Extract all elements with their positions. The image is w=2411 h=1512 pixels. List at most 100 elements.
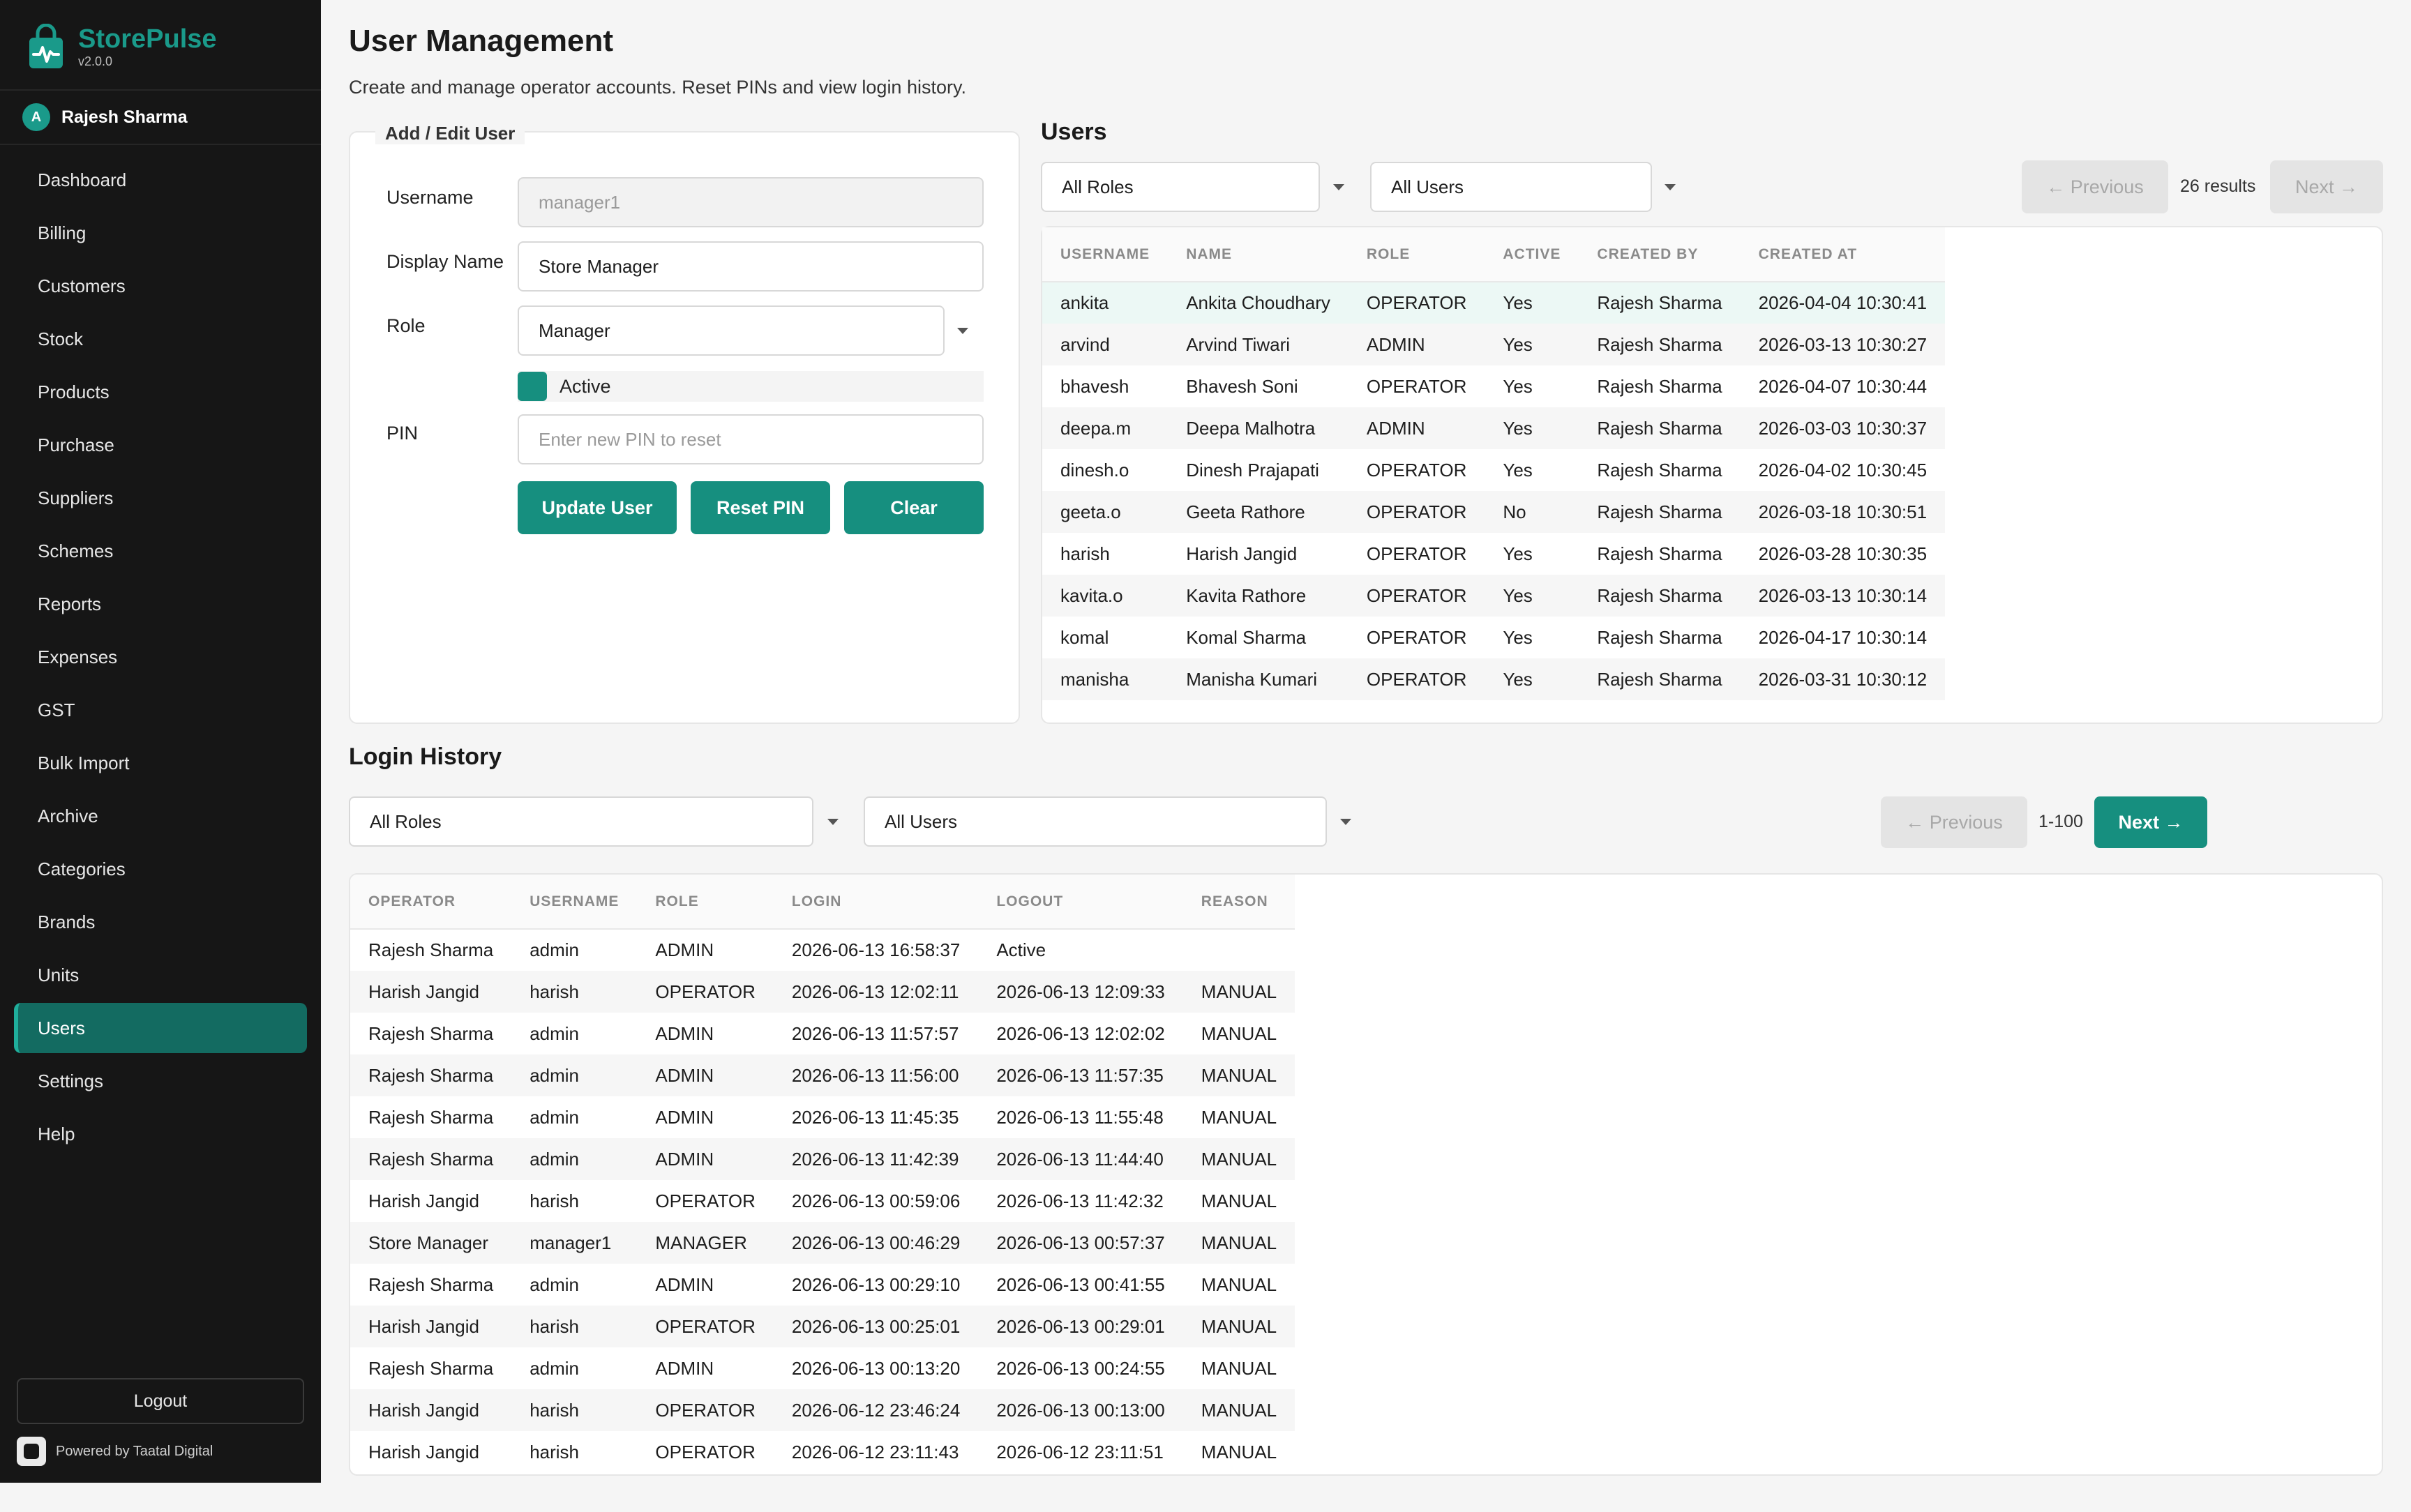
login-history-row[interactable]: Harish Jangid harish OPERATOR 2026-06-13 00… [350, 1306, 1295, 1347]
clear-button[interactable]: Clear [844, 481, 984, 534]
sidebar-item-customers[interactable]: Customers [14, 261, 307, 311]
users-table-row[interactable]: komal Komal Sharma OPERATOR Yes Rajesh Sharm… [1042, 617, 1945, 658]
chevron-down-icon[interactable] [827, 819, 839, 825]
chevron-down-icon[interactable] [1340, 819, 1351, 825]
login-history-cell: MANUAL [1201, 1022, 1277, 1044]
reset-pin-button[interactable]: Reset PIN [691, 481, 830, 534]
users-table-column-header[interactable]: ACTIVE [1485, 227, 1579, 282]
login-history-row[interactable]: Rajesh Sharma admin ADMIN 2026-06-13 00:13:… [350, 1347, 1295, 1389]
users-table-cell: 2026-04-04 10:30:41 [1740, 282, 1946, 324]
users-table-column-header[interactable]: ROLE [1348, 227, 1485, 282]
login-history-row[interactable]: Rajesh Sharma admin ADMIN 2026-06-13 11:57:… [350, 1013, 1295, 1054]
sidebar-item-schemes[interactable]: Schemes [14, 526, 307, 576]
sidebar-item-users[interactable]: Users [14, 1003, 307, 1053]
users-table-cell: Rajesh Sharma [1579, 282, 1741, 324]
login-history-row[interactable]: Harish Jangid harish OPERATOR 2026-06-13 12… [350, 971, 1295, 1013]
users-table-row[interactable]: geeta.o Geeta Rathore OPERATOR No Rajesh Sha… [1042, 491, 1946, 533]
role-select[interactable]: Manager [518, 305, 945, 356]
active-checkbox[interactable] [518, 372, 547, 401]
users-table-cell: Geeta Rathore [1168, 491, 1349, 533]
login-history-cell: 2026-06-13 11:57:57 [791, 1022, 959, 1044]
sidebar-item-expenses[interactable]: Expenses [14, 632, 307, 682]
active-checkbox-row[interactable]: Active [518, 371, 984, 402]
history-next-button[interactable]: Next → [2094, 796, 2207, 848]
users-table-row[interactable]: manisha Manisha Kumari OPERATOR Yes Rajesh S… [1042, 658, 1946, 700]
login-history-column-header[interactable]: LOGOUT [978, 875, 1183, 930]
history-user-filter[interactable]: All Users [864, 796, 1327, 847]
users-table-row[interactable]: ankita Ankita Choudhary OPERATOR Yes Rajesh … [1042, 282, 1946, 324]
users-table-row[interactable]: deepa.m Deepa Malhotra ADMIN Yes Rajesh Shar… [1042, 407, 1946, 449]
login-history-column-header[interactable]: USERNAME [511, 875, 638, 930]
login-history-row[interactable]: Rajesh Sharma admin ADMIN 2026-06-13 11:45:… [350, 1096, 1295, 1138]
history-previous-button[interactable]: ← Previous [1881, 796, 2027, 848]
users-table-column-header[interactable]: NAME [1168, 227, 1349, 282]
login-history-row[interactable]: Harish Jangid harish OPERATOR 2026-06-12 23… [350, 1431, 1295, 1473]
sidebar-item-archive[interactable]: Archive [14, 791, 307, 841]
login-history-row[interactable]: Store Manager manager1 MANAGER 2026-06-13 0… [350, 1222, 1295, 1264]
login-history-column-header[interactable]: REASON [1182, 875, 1295, 930]
login-history-cell: Harish Jangid [350, 971, 512, 1013]
login-history-cell: MANUAL [1182, 1306, 1295, 1347]
users-table-cell: 2026-03-28 10:30:35 [1758, 543, 1928, 564]
users-table-column-header[interactable]: USERNAME [1042, 227, 1169, 282]
sidebar-item-purchase[interactable]: Purchase [14, 420, 307, 470]
sidebar-item-reports[interactable]: Reports [14, 579, 307, 629]
login-history-cell: 2026-06-13 11:56:00 [773, 1054, 979, 1096]
login-history-row[interactable]: Rajesh Sharma admin ADMIN 2026-06-13 11:42:… [350, 1138, 1295, 1180]
sidebar-item-brands[interactable]: Brands [14, 897, 307, 947]
login-history-column-header[interactable]: OPERATOR [350, 875, 512, 930]
login-history-row[interactable]: Harish Jangid harish OPERATOR 2026-06-12 23… [350, 1389, 1295, 1431]
current-user[interactable]: A Rajesh Sharma [0, 89, 321, 145]
pin-input[interactable] [518, 414, 984, 464]
logout-button[interactable]: Logout [17, 1378, 304, 1424]
login-history-cell: admin [529, 1022, 580, 1044]
users-table-row[interactable]: bhavesh Bhavesh Soni OPERATOR Yes Rajesh Sha… [1042, 365, 1945, 407]
users-table-row[interactable]: harish Harish Jangid OPERATOR Yes Rajesh Sha… [1042, 533, 1945, 575]
users-table-row[interactable]: dinesh.o Dinesh Prajapati OPERATOR Yes Rajes… [1042, 449, 1945, 491]
chevron-down-icon[interactable] [1665, 184, 1676, 190]
login-history-cell: harish [529, 1190, 580, 1211]
sidebar-item-help[interactable]: Help [14, 1109, 307, 1159]
users-table-cell: Rajesh Sharma [1597, 543, 1722, 564]
users-user-filter[interactable]: All Users [1370, 162, 1652, 212]
sidebar-item-gst[interactable]: GST [14, 685, 307, 735]
users-previous-button[interactable]: ← Previous [2022, 160, 2168, 213]
users-role-filter[interactable]: All Roles [1041, 162, 1320, 212]
users-result-count: 26 results [2180, 176, 2256, 196]
history-role-filter[interactable]: All Roles [349, 796, 813, 847]
sidebar-item-units[interactable]: Units [14, 950, 307, 1000]
users-table-row[interactable]: arvind Arvind Tiwari ADMIN Yes Rajesh Sharma… [1042, 324, 1946, 365]
sidebar-item-categories[interactable]: Categories [14, 844, 307, 894]
sidebar-item-suppliers[interactable]: Suppliers [14, 473, 307, 523]
login-history-column-header[interactable]: LOGIN [773, 875, 979, 930]
brand[interactable]: StorePulse v2.0.0 [28, 22, 217, 71]
login-history-cell: ADMIN [655, 1357, 714, 1379]
users-table-row[interactable]: meeraMeera KanwarOPERATORYesRajesh Sharm… [1042, 700, 1945, 710]
users-table-column-header[interactable]: CREATED BY [1579, 227, 1741, 282]
login-history-row[interactable]: Rajesh Sharma admin ADMIN 2026-06-13 16:58:… [350, 929, 1295, 971]
update-user-button[interactable]: Update User [518, 481, 677, 534]
users-table-row[interactable]: kavita.o Kavita Rathore OPERATOR Yes Rajesh … [1042, 575, 1946, 617]
login-history-scroll[interactable]: OPERATOR USERNAME ROLE LOGIN LOGOUT REASON Ra… [350, 875, 1334, 1473]
users-title: Users [1041, 119, 1107, 145]
users-table-cell: 2026-03-31 10:30:12 [1740, 658, 1946, 700]
login-history-row[interactable]: Harish Jangid harish OPERATOR 2026-06-13 00… [350, 1180, 1295, 1222]
users-table-column-header[interactable]: CREATED AT [1740, 227, 1946, 282]
login-history-cell: 2026-06-13 00:59:06 [791, 1190, 961, 1211]
sidebar-item-billing[interactable]: Billing [14, 208, 307, 258]
login-history-cell: 2026-06-13 12:09:33 [978, 971, 1183, 1013]
users-next-button[interactable]: Next → [2270, 160, 2383, 213]
chevron-down-icon[interactable] [957, 328, 968, 334]
login-history-row[interactable]: Rajesh Sharma admin ADMIN 2026-06-13 00:29:… [350, 1264, 1295, 1306]
display-name-field[interactable]: Store Manager [518, 241, 984, 292]
sidebar-item-dashboard[interactable]: Dashboard [14, 155, 307, 205]
sidebar-item-settings[interactable]: Settings [14, 1056, 307, 1106]
users-table-scroll[interactable]: USERNAME NAME ROLE ACTIVE CREATED BY CREATED … [1042, 227, 1970, 710]
login-history-column-header[interactable]: ROLE [637, 875, 774, 930]
users-table-cell: Bhavesh Soni [1186, 375, 1298, 397]
login-history-row[interactable]: Rajesh Sharma admin ADMIN 2026-06-13 11:56:… [350, 1054, 1295, 1096]
sidebar-item-stock[interactable]: Stock [14, 314, 307, 364]
sidebar-item-bulk-import[interactable]: Bulk Import [14, 738, 307, 788]
chevron-down-icon[interactable] [1333, 184, 1344, 190]
sidebar-item-products[interactable]: Products [14, 367, 307, 417]
